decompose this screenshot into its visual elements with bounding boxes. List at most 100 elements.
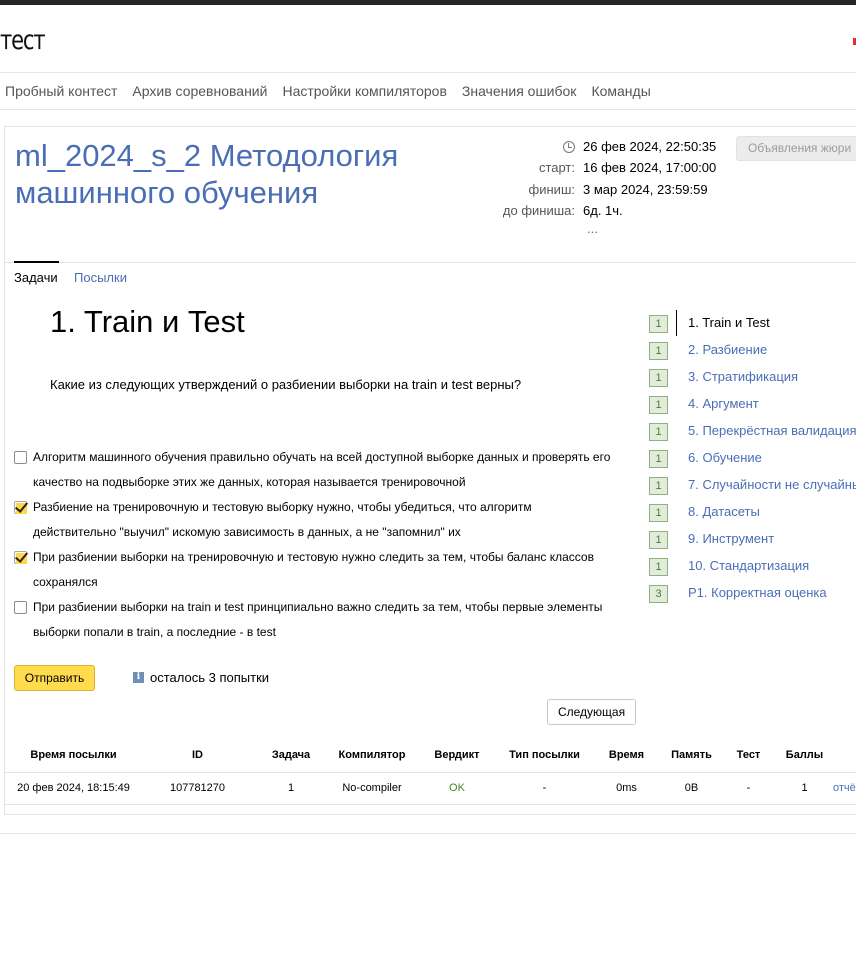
problem-list-item[interactable]: 1 2. Разбиение [649,340,856,360]
problem-list-item[interactable]: 3 P1. Корректная оценка [649,583,856,603]
tabs-divider [5,262,856,263]
answer-option[interactable]: При разбиении выборки на тренировочную и… [14,545,614,595]
report-link[interactable]: отчёт [832,771,856,805]
score-badge: 1 [649,396,668,414]
col-id[interactable]: ID [142,738,253,772]
col-problem[interactable]: Задача [253,738,329,772]
problem-list-item[interactable]: 1 8. Датасеты [649,502,856,522]
nav-trial-contest[interactable]: Пробный контест [5,83,117,99]
jury-announcements-button[interactable]: Объявления жюри [736,136,856,161]
problem-list-item[interactable]: 1 10. Стандартизация [649,556,856,576]
score-badge: 1 [649,450,668,468]
problem-list-item[interactable]: 1 7. Случайности не случайны [649,475,856,495]
problem-list-item[interactable]: 1 5. Перекрёстная валидация [649,421,856,441]
contest-card: ml_2024_s_2 Методология машинного обучен… [4,126,856,815]
score-badge: 1 [649,423,668,441]
col-score[interactable]: Баллы [777,738,832,772]
table-header: Время посылки ID Задача Компилятор Верди… [5,738,856,772]
tab-submissions[interactable]: Посылки [74,270,127,285]
problem-list-item-title: 6. Обучение [688,450,762,465]
remaining-time: 6д. 1ч. [583,203,623,218]
nav-compiler-settings[interactable]: Настройки компиляторов [282,83,446,99]
col-submit-time[interactable]: Время посылки [5,738,142,772]
problem-list-item-title: 5. Перекрёстная валидация [688,423,856,438]
submissions-table: Время посылки ID Задача Компилятор Верди… [5,738,856,805]
submit-button[interactable]: Отправить [14,665,95,691]
score-badge: 3 [649,585,668,603]
more-link[interactable]: ... [587,221,598,236]
start-time: 16 фев 2024, 17:00:00 [583,160,717,175]
col-memory[interactable]: Память [663,738,720,772]
col-submit-type[interactable]: Тип посылки [499,738,590,772]
answer-option[interactable]: Алгоритм машинного обучения правильно об… [14,445,614,495]
cell-submit-time: 20 фев 2024, 18:15:49 [5,771,142,805]
answer-option[interactable]: Разбиение на тренировочную и тестовую вы… [14,495,614,545]
info-icon: i [133,672,144,683]
cell-time: 0ms [590,771,663,805]
problem-list-item-title: 10. Стандартизация [688,558,810,573]
current-time: 26 фев 2024, 22:50:35 [583,139,717,154]
problem-list-item[interactable]: 1 1. Train и Test [649,310,856,336]
problem-list-item-title: 4. Аргумент [688,396,759,411]
answer-option[interactable]: При разбиении выборки на train и test пр… [14,595,614,645]
problem-list-item-title: 7. Случайности не случайны [688,477,856,492]
col-compiler[interactable]: Компилятор [329,738,415,772]
cell-problem: 1 [253,771,329,805]
start-label: старт: [538,160,575,175]
next-problem-button[interactable]: Следующая [547,699,636,725]
site-logo[interactable]: тест [0,26,46,56]
problem-list-item[interactable]: 1 4. Аргумент [649,394,856,414]
col-report [832,738,856,772]
problem-list: 1 1. Train и Test 1 2. Разбиение 1 3. Ст… [649,310,856,610]
nav-teams[interactable]: Команды [591,83,650,99]
problem-list-item[interactable]: 1 9. Инструмент [649,529,856,549]
problem-list-item[interactable]: 1 3. Стратификация [649,367,856,387]
cell-memory: 0B [663,771,720,805]
answer-option-text: Разбиение на тренировочную и тестовую вы… [33,500,532,539]
problem-list-item-title: 1. Train и Test [688,315,770,330]
checkbox-checked[interactable] [14,501,27,514]
cell-verdict: OK [415,771,499,805]
problem-question: Какие из следующих утверждений о разбиен… [50,377,522,392]
col-time[interactable]: Время [590,738,663,772]
cell-id: 107781270 [142,771,253,805]
col-test[interactable]: Тест [720,738,777,772]
problem-list-item-title: 8. Датасеты [688,504,760,519]
tab-problems[interactable]: Задачи [14,270,58,285]
attempts-left: осталось 3 попытки [150,670,270,685]
cell-submit-type: - [499,771,590,805]
checkbox-checked[interactable] [14,551,27,564]
score-badge: 1 [649,342,668,360]
score-badge: 1 [649,315,668,333]
finish-label: финиш: [528,182,575,197]
answer-options: Алгоритм машинного обучения правильно об… [14,445,614,645]
problem-list-item-title: 2. Разбиение [688,342,768,357]
col-verdict[interactable]: Вердикт [415,738,499,772]
problem-title: 1. Train и Test [50,304,245,339]
cell-test: - [720,771,777,805]
cell-compiler: No-compiler [329,771,415,805]
problem-list-item-title: 9. Инструмент [688,531,775,546]
remaining-label: до финиша: [502,203,575,218]
checkbox[interactable] [14,451,27,464]
table-row: 20 фев 2024, 18:15:49 107781270 1 No-com… [5,771,856,805]
answer-option-text: При разбиении выборки на train и test пр… [33,600,603,639]
contest-title[interactable]: ml_2024_s_2 Методология машинного обучен… [15,137,475,211]
problem-list-item-title: P1. Корректная оценка [688,585,827,600]
problem-list-item-title: 3. Стратификация [688,369,799,384]
score-badge: 1 [649,477,668,495]
score-badge: 1 [649,558,668,576]
score-badge: 1 [649,504,668,522]
cell-score: 1 [777,771,832,805]
problem-list-item[interactable]: 1 6. Обучение [649,448,856,468]
finish-time: 3 мар 2024, 23:59:59 [583,182,708,197]
tab-active-indicator [14,261,59,263]
top-bar [0,0,856,5]
answer-option-text: При разбиении выборки на тренировочную и… [33,550,594,589]
checkbox[interactable] [14,601,27,614]
nav-error-codes[interactable]: Значения ошибок [462,83,577,99]
main-nav: Пробный контест Архив соревнований Настр… [0,72,856,110]
nav-archive[interactable]: Архив соревнований [132,83,267,99]
clock-icon [563,141,575,153]
footer-divider [0,833,856,834]
